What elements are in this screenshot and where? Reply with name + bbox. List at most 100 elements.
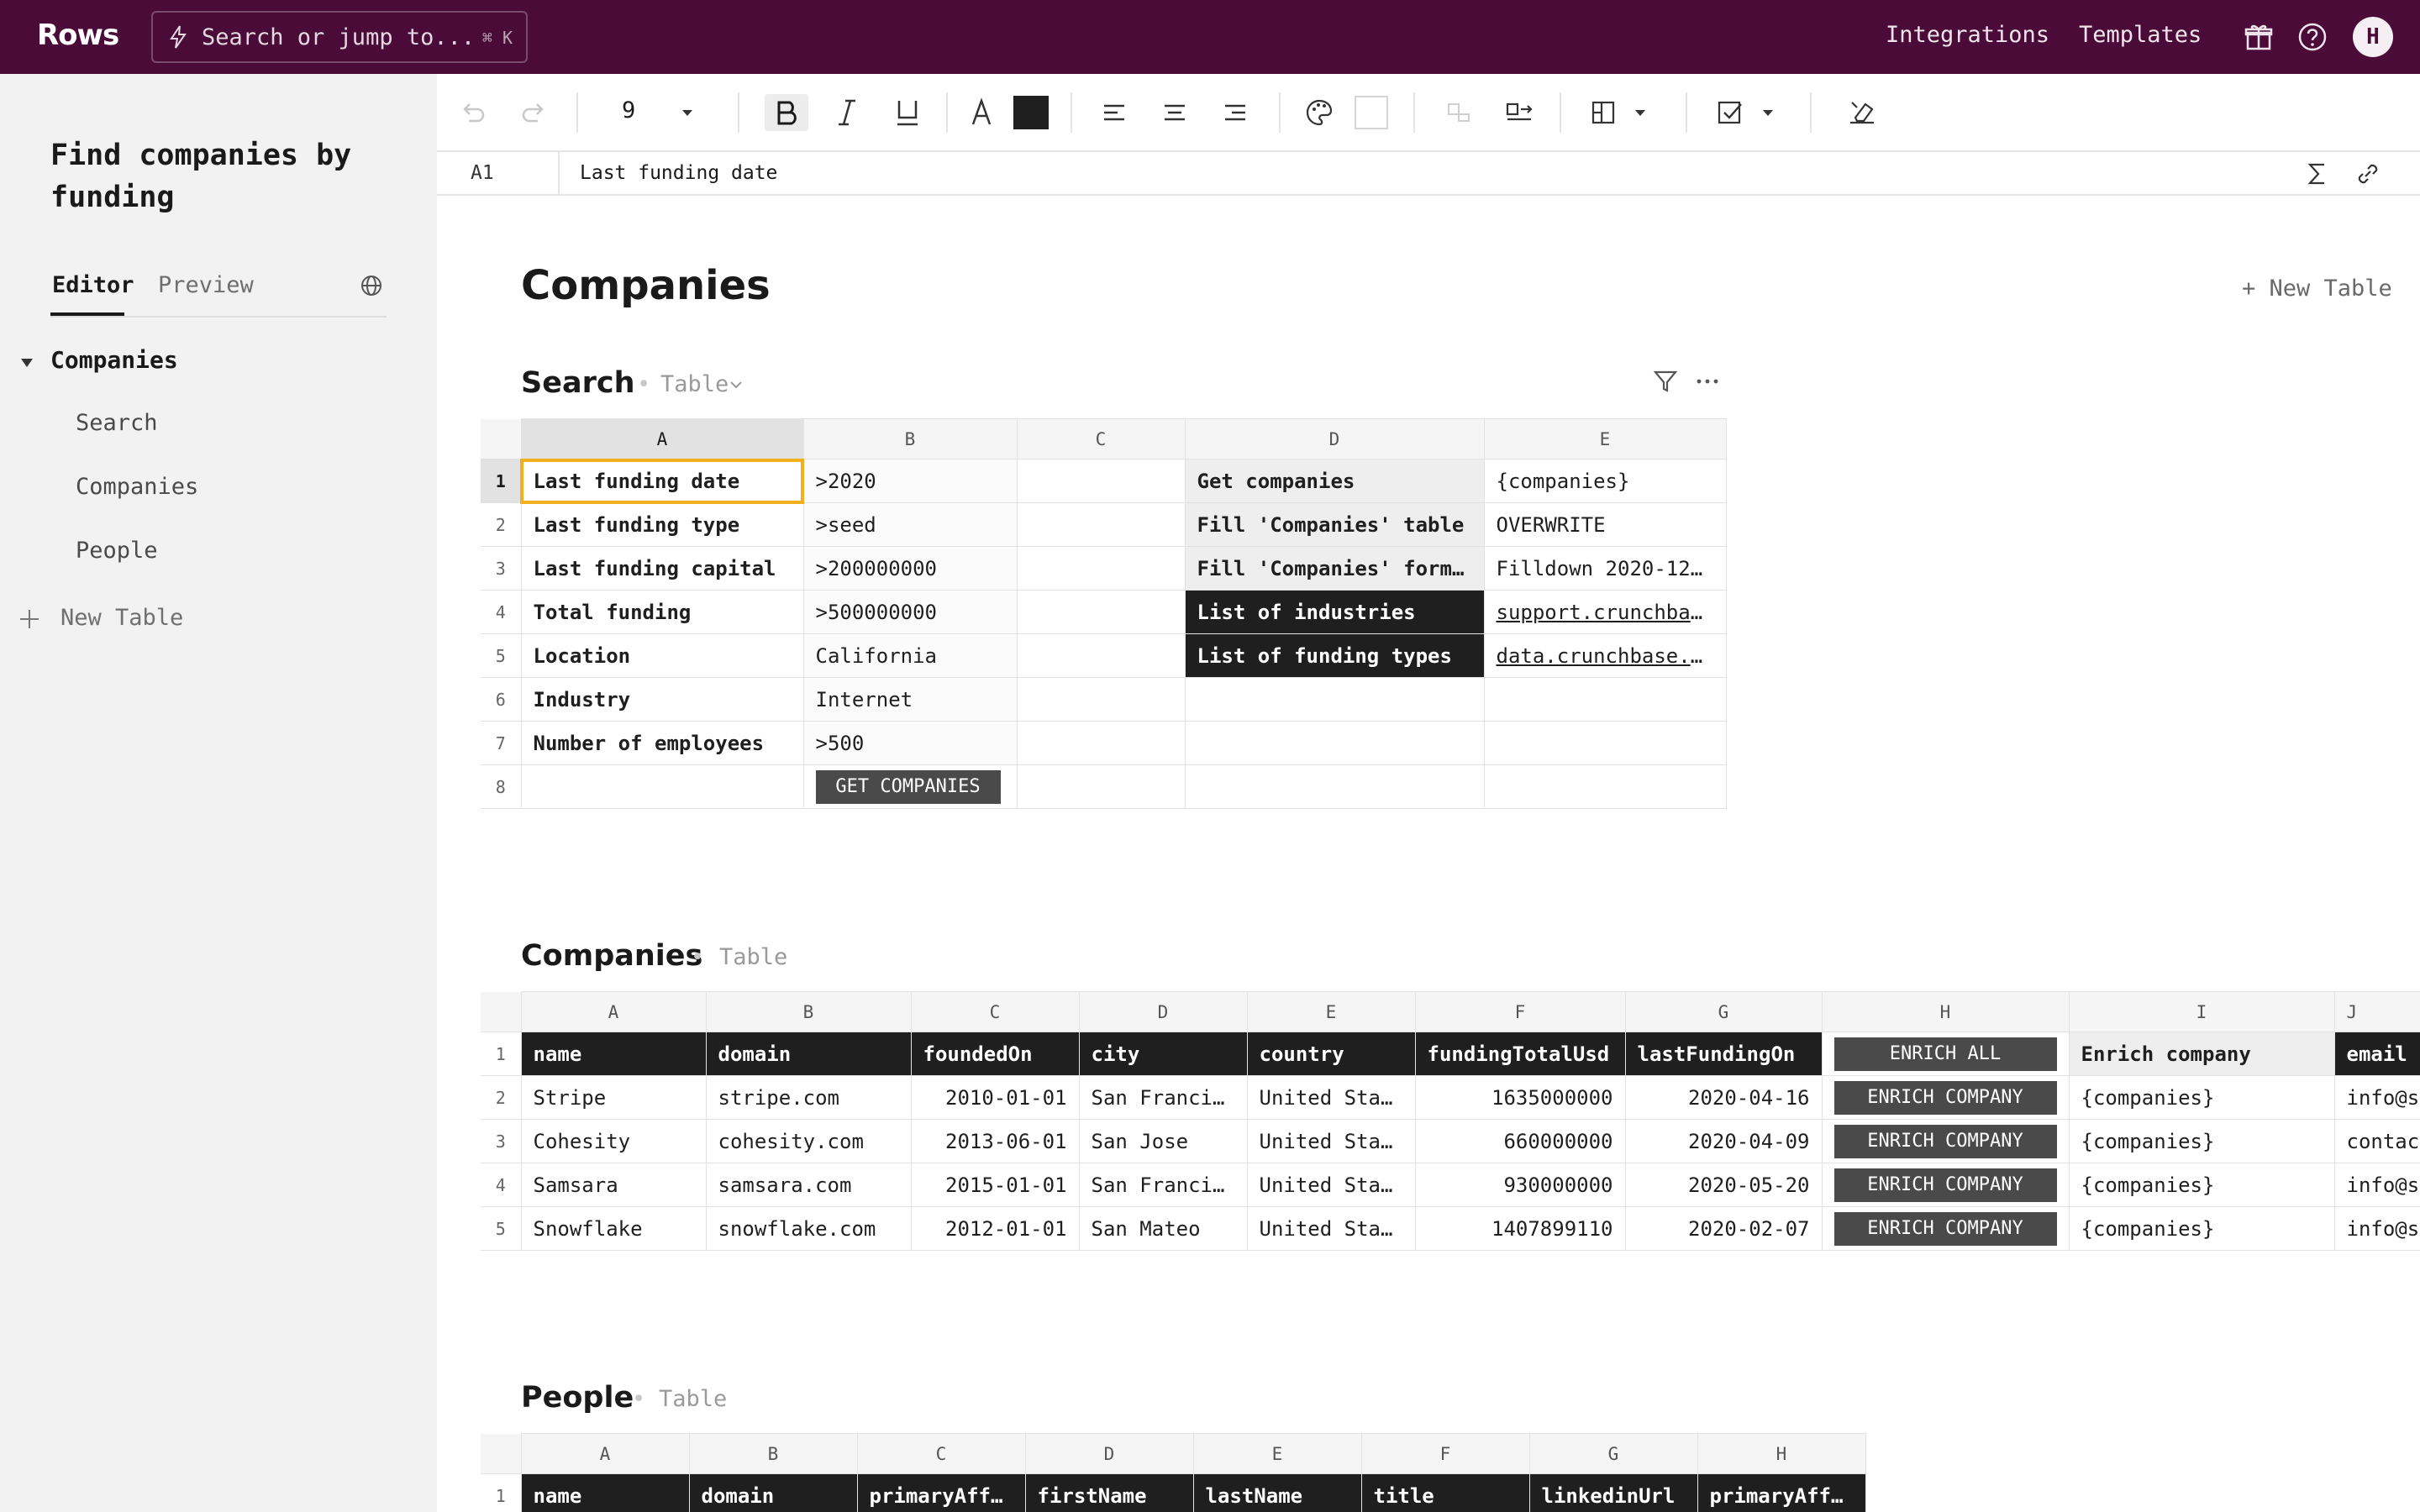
italic-icon[interactable] bbox=[830, 94, 864, 131]
column-header[interactable]: E bbox=[1483, 418, 1727, 459]
header-cell[interactable]: fundingTotalUsd bbox=[1414, 1032, 1626, 1076]
row-number[interactable]: 6 bbox=[481, 677, 522, 722]
enrich-company-button[interactable]: ENRICH COMPANY bbox=[1833, 1080, 2057, 1115]
table-cell[interactable]: 930000000 bbox=[1414, 1163, 1626, 1207]
header-cell[interactable]: name bbox=[520, 1473, 690, 1512]
text-color-icon[interactable] bbox=[965, 94, 998, 131]
sum-icon[interactable] bbox=[2304, 160, 2331, 187]
checkbox-icon[interactable] bbox=[1714, 94, 1748, 131]
table-cell[interactable]: United States bbox=[1246, 1119, 1416, 1163]
table-cell[interactable] bbox=[1016, 546, 1186, 591]
more-icon[interactable] bbox=[1694, 368, 1721, 395]
table-cell[interactable]: San Francisco bbox=[1078, 1075, 1248, 1120]
header-cell[interactable]: title bbox=[1360, 1473, 1530, 1512]
table-cell[interactable] bbox=[1016, 590, 1186, 634]
row-number[interactable]: 3 bbox=[481, 546, 522, 591]
nav-integrations[interactable]: Integrations bbox=[1886, 22, 2049, 48]
table-cell[interactable]: San Francisco bbox=[1078, 1163, 1248, 1207]
table-cell[interactable]: {companies} bbox=[1483, 459, 1727, 503]
table-cell[interactable]: Total funding bbox=[520, 590, 804, 634]
column-header[interactable]: D bbox=[1078, 991, 1248, 1032]
table-cell[interactable]: Stripe bbox=[520, 1075, 707, 1120]
enrich-company-button[interactable]: ENRICH COMPANY bbox=[1833, 1211, 2057, 1246]
table-cell[interactable]: 660000000 bbox=[1414, 1119, 1626, 1163]
header-cell[interactable]: email bbox=[2333, 1032, 2420, 1076]
row-number[interactable]: 2 bbox=[481, 1075, 522, 1120]
sidebar-section-companies[interactable]: Companies bbox=[50, 346, 178, 374]
column-header[interactable]: F bbox=[1414, 991, 1626, 1032]
header-cell[interactable]: domain bbox=[705, 1032, 912, 1076]
row-number[interactable]: 8 bbox=[481, 764, 522, 809]
column-header[interactable]: B bbox=[705, 991, 912, 1032]
table-cell[interactable]: contact bbox=[2333, 1119, 2420, 1163]
column-header[interactable]: I bbox=[2068, 991, 2335, 1032]
table-cell[interactable]: 1407899110 bbox=[1414, 1206, 1626, 1251]
table-cell[interactable] bbox=[520, 764, 804, 809]
filter-icon[interactable] bbox=[1652, 368, 1679, 395]
table-cell[interactable]: {companies} bbox=[2068, 1206, 2335, 1251]
table-cell[interactable]: Samsara bbox=[520, 1163, 707, 1207]
chevron-down-icon[interactable] bbox=[1758, 94, 1778, 131]
table-cell[interactable]: List of industries bbox=[1184, 590, 1485, 634]
row-number[interactable]: 1 bbox=[481, 1032, 522, 1076]
redo-icon[interactable] bbox=[519, 94, 550, 131]
table-cell[interactable]: 2012-01-01 bbox=[910, 1206, 1080, 1251]
column-header[interactable]: E bbox=[1246, 991, 1416, 1032]
table-cell[interactable]: OVERWRITE bbox=[1483, 502, 1727, 547]
header-cell[interactable]: domain bbox=[688, 1473, 858, 1512]
column-header[interactable]: G bbox=[1528, 1433, 1698, 1474]
table-cell[interactable] bbox=[1483, 677, 1727, 722]
fill-color-swatch[interactable] bbox=[1355, 96, 1388, 129]
header-cell[interactable]: firstName bbox=[1024, 1473, 1194, 1512]
table-cell[interactable]: 2013-06-01 bbox=[910, 1119, 1080, 1163]
header-cell[interactable]: lastFundingOn bbox=[1624, 1032, 1823, 1076]
sidebar-item-companies[interactable]: Companies bbox=[76, 474, 198, 500]
column-header[interactable]: B bbox=[688, 1433, 858, 1474]
table-cell[interactable]: 2020-04-16 bbox=[1624, 1075, 1823, 1120]
table-cell[interactable]: Number of employees bbox=[520, 721, 804, 765]
column-header[interactable]: E bbox=[1192, 1433, 1362, 1474]
column-header[interactable]: H bbox=[1697, 1433, 1866, 1474]
column-header[interactable]: C bbox=[856, 1433, 1026, 1474]
table-cell[interactable]: {companies} bbox=[2068, 1119, 2335, 1163]
table-cell[interactable]: 1635000000 bbox=[1414, 1075, 1626, 1120]
companies-table-title[interactable]: Companies bbox=[521, 939, 702, 973]
help-icon[interactable] bbox=[2297, 22, 2328, 52]
chevron-down-icon[interactable] bbox=[677, 94, 697, 131]
table-cell-link[interactable]: support.crunchbase.... bbox=[1483, 590, 1727, 634]
table-cell[interactable]: Fill 'Companies' formulas bbox=[1184, 546, 1485, 591]
table-cell[interactable]: Get companies bbox=[1184, 459, 1485, 503]
table-cell[interactable]: Filldown 2020-12-1... bbox=[1483, 546, 1727, 591]
table-cell[interactable]: info@st bbox=[2333, 1075, 2420, 1120]
column-header[interactable]: J bbox=[2333, 991, 2420, 1032]
table-cell[interactable]: stripe.com bbox=[705, 1075, 912, 1120]
table-cell[interactable]: Last funding type bbox=[520, 502, 804, 547]
column-header[interactable]: A bbox=[520, 1433, 690, 1474]
header-cell[interactable]: country bbox=[1246, 1032, 1416, 1076]
companies-table-type[interactable]: Table bbox=[719, 944, 787, 970]
plus-icon[interactable] bbox=[18, 608, 40, 630]
table-cell[interactable]: 2015-01-01 bbox=[910, 1163, 1080, 1207]
page-title[interactable]: Companies bbox=[521, 262, 771, 309]
table-cell[interactable]: Fill 'Companies' table bbox=[1184, 502, 1485, 547]
table-cell[interactable]: United States bbox=[1246, 1206, 1416, 1251]
table-cell[interactable]: cohesity.com bbox=[705, 1119, 912, 1163]
column-header[interactable]: G bbox=[1624, 991, 1823, 1032]
table-cell[interactable]: info@sn bbox=[2333, 1206, 2420, 1251]
column-header[interactable]: D bbox=[1024, 1433, 1194, 1474]
palette-icon[interactable] bbox=[1304, 94, 1334, 131]
table-cell[interactable] bbox=[1483, 764, 1727, 809]
gift-icon[interactable] bbox=[2244, 22, 2274, 52]
row-number[interactable]: 4 bbox=[481, 1163, 522, 1207]
header-cell[interactable]: lastName bbox=[1192, 1473, 1362, 1512]
people-table-title[interactable]: People bbox=[521, 1381, 634, 1415]
table-cell[interactable]: San Jose bbox=[1078, 1119, 1248, 1163]
column-header[interactable]: B bbox=[802, 418, 1018, 459]
table-cell[interactable]: snowflake.com bbox=[705, 1206, 912, 1251]
table-cell[interactable]: United States bbox=[1246, 1163, 1416, 1207]
table-cell[interactable]: Snowflake bbox=[520, 1206, 707, 1251]
tab-editor[interactable]: Editor bbox=[52, 272, 134, 298]
row-number[interactable]: 1 bbox=[481, 1473, 522, 1512]
enrich-company-button[interactable]: ENRICH COMPANY bbox=[1833, 1168, 2057, 1202]
table-cell[interactable]: >seed bbox=[802, 502, 1018, 547]
